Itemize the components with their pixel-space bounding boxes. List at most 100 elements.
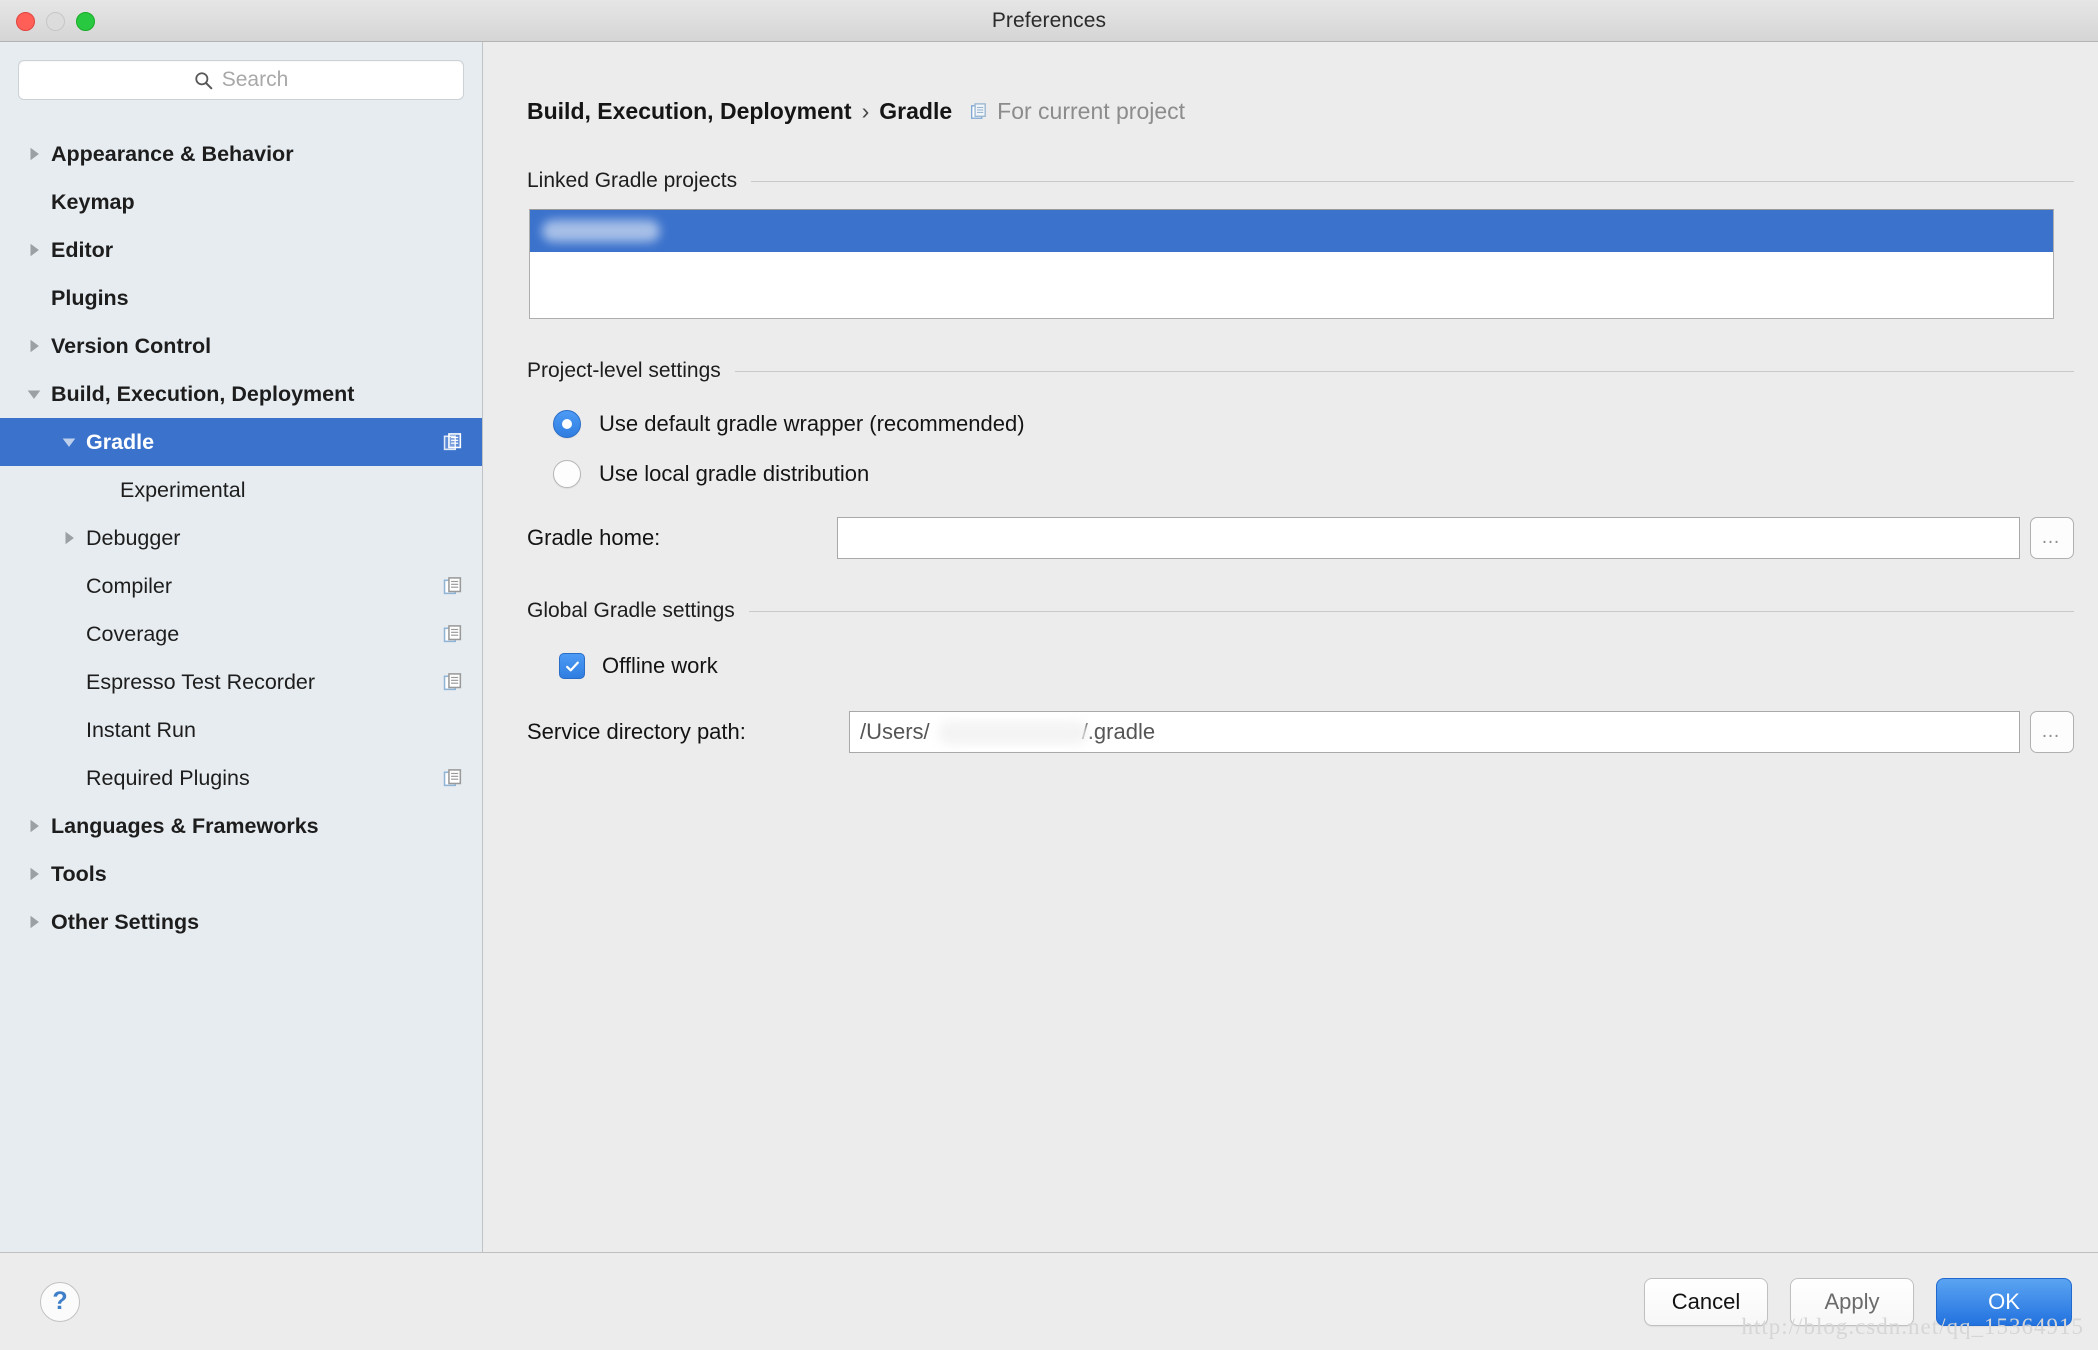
offline-work-row[interactable]: Offline work — [559, 639, 2074, 693]
sidebar-item-label: Appearance & Behavior — [51, 141, 294, 166]
chevron-right-icon[interactable] — [27, 243, 41, 257]
section-divider-line — [734, 370, 2074, 372]
chevron-right-icon[interactable] — [62, 531, 76, 545]
section-divider-line — [748, 610, 2074, 612]
gradle-home-input[interactable] — [837, 517, 2020, 559]
ok-button[interactable]: OK — [1936, 1277, 2072, 1326]
sidebar-item-other-settings[interactable]: Other Settings — [0, 898, 482, 946]
chevron-right-icon[interactable] — [27, 867, 41, 881]
project-scope-icon — [443, 433, 462, 451]
sidebar-item-label: Espresso Test Recorder — [86, 669, 316, 694]
linked-gradle-projects-list[interactable] — [529, 209, 2054, 319]
radio-default-wrapper-label: Use default gradle wrapper (recommended) — [599, 411, 1025, 436]
sidebar-item-label: Compiler — [86, 573, 173, 598]
gradle-home-label: Gradle home: — [527, 525, 661, 550]
sidebar-item-label: Debugger — [86, 525, 181, 550]
chevron-down-icon[interactable] — [62, 435, 76, 449]
sidebar-item-compiler[interactable]: Compiler — [0, 562, 482, 610]
chevron-right-icon[interactable] — [27, 339, 41, 353]
project-level-section-header: Project-level settings — [527, 359, 2074, 383]
chevron-right-icon[interactable] — [27, 147, 41, 161]
offline-work-label: Offline work — [602, 653, 718, 678]
sidebar-item-espresso-test-recorder[interactable]: Espresso Test Recorder — [0, 658, 482, 706]
chevron-right-icon[interactable] — [27, 915, 41, 929]
service-directory-label: Service directory path: — [527, 719, 746, 744]
sidebar-item-plugins[interactable]: Plugins — [0, 274, 482, 322]
service-directory-row: Service directory path: /Users/ /.gradle… — [527, 711, 2074, 753]
settings-content-pane: Build, Execution, Deployment › Gradle Fo… — [483, 42, 2098, 1252]
sidebar-item-label: Keymap — [51, 189, 135, 214]
window-titlebar: Preferences — [0, 0, 2098, 42]
window-body: Search Appearance & Behavior Keymap Editor… — [0, 42, 2098, 1252]
settings-sidebar: Search Appearance & Behavior Keymap Editor… — [0, 42, 483, 1252]
sidebar-item-required-plugins[interactable]: Required Plugins — [0, 754, 482, 802]
window-title: Preferences — [991, 8, 1107, 32]
sidebar-item-label: Tools — [51, 861, 107, 886]
sidebar-item-build-execution-deployment[interactable]: Build, Execution, Deployment — [0, 370, 482, 418]
close-window-icon[interactable] — [16, 11, 35, 31]
project-scope-icon — [443, 769, 462, 787]
breadcrumb-separator-icon: › — [861, 98, 870, 124]
settings-tree: Appearance & Behavior Keymap Editor Plugins… — [0, 114, 482, 1252]
sidebar-item-label: Build, Execution, Deployment — [51, 381, 355, 406]
sidebar-item-label: Experimental — [120, 477, 246, 502]
service-directory-browse-button[interactable]: … — [2030, 711, 2074, 753]
service-directory-input[interactable]: /Users/ /.gradle — [849, 711, 2020, 753]
search-input[interactable]: Search — [18, 60, 464, 100]
linked-project-row-selected[interactable] — [530, 210, 2053, 252]
search-placeholder-text: Search — [221, 68, 289, 91]
sidebar-item-label: Version Control — [51, 333, 212, 358]
radio-local-distribution-label: Use local gradle distribution — [599, 461, 870, 486]
search-container: Search — [0, 60, 482, 114]
maximize-window-icon[interactable] — [76, 11, 95, 31]
minimize-window-icon[interactable] — [46, 11, 65, 31]
sidebar-item-version-control[interactable]: Version Control — [0, 322, 482, 370]
radio-local-distribution-indicator[interactable] — [553, 460, 581, 488]
service-directory-value-suffix: /.gradle — [1081, 719, 1156, 744]
breadcrumb-scope-text: For current project — [997, 98, 1186, 124]
sidebar-item-editor[interactable]: Editor — [0, 226, 482, 274]
sidebar-item-tools[interactable]: Tools — [0, 850, 482, 898]
search-icon — [195, 71, 213, 89]
sidebar-item-instant-run[interactable]: Instant Run — [0, 706, 482, 754]
service-directory-value-prefix: /Users/ — [860, 719, 930, 744]
gradle-home-browse-button[interactable]: … — [2030, 517, 2074, 559]
radio-default-wrapper-indicator[interactable] — [553, 410, 581, 438]
cancel-button[interactable]: Cancel — [1644, 1277, 1768, 1326]
sidebar-item-coverage[interactable]: Coverage — [0, 610, 482, 658]
breadcrumb-parent[interactable]: Build, Execution, Deployment — [527, 98, 852, 125]
sidebar-item-debugger[interactable]: Debugger — [0, 514, 482, 562]
linked-projects-title: Linked Gradle projects — [527, 169, 738, 192]
preferences-window: Preferences Search Appearance & Behavior… — [0, 0, 2098, 1350]
project-scope-icon — [443, 625, 462, 643]
check-icon — [565, 661, 579, 671]
radio-use-local-distribution[interactable]: Use local gradle distribution — [553, 449, 2074, 499]
sidebar-item-label: Plugins — [51, 285, 129, 310]
dialog-footer: ? Cancel Apply OK http://blog.csdn.net/q… — [0, 1252, 2098, 1350]
help-button[interactable]: ? — [40, 1281, 80, 1322]
chevron-down-icon[interactable] — [27, 387, 41, 401]
breadcrumb-current: Gradle — [879, 98, 953, 124]
sidebar-item-appearance-behavior[interactable]: Appearance & Behavior — [0, 130, 482, 178]
sidebar-item-label: Languages & Frameworks — [51, 813, 319, 838]
global-gradle-title: Global Gradle settings — [527, 599, 735, 622]
sidebar-item-gradle[interactable]: Gradle — [0, 418, 482, 466]
redacted-username — [938, 721, 1088, 745]
breadcrumb: Build, Execution, Deployment › Gradle Fo… — [527, 98, 2074, 125]
chevron-right-icon[interactable] — [27, 819, 41, 833]
sidebar-item-label: Editor — [51, 237, 114, 262]
traffic-light-group — [16, 0, 95, 42]
project-scope-icon — [443, 577, 462, 595]
project-level-title: Project-level settings — [527, 359, 721, 382]
sidebar-item-label: Gradle — [86, 429, 155, 454]
sidebar-item-label: Coverage — [86, 621, 180, 646]
sidebar-item-languages-frameworks[interactable]: Languages & Frameworks — [0, 802, 482, 850]
apply-button[interactable]: Apply — [1790, 1277, 1914, 1326]
sidebar-item-experimental[interactable]: Experimental — [0, 466, 482, 514]
section-divider-line — [751, 180, 2074, 182]
offline-work-checkbox[interactable] — [559, 653, 585, 679]
sidebar-item-keymap[interactable]: Keymap — [0, 178, 482, 226]
radio-use-default-wrapper[interactable]: Use default gradle wrapper (recommended) — [553, 399, 2074, 449]
project-scope-icon — [971, 102, 987, 119]
sidebar-item-label: Instant Run — [86, 717, 196, 742]
